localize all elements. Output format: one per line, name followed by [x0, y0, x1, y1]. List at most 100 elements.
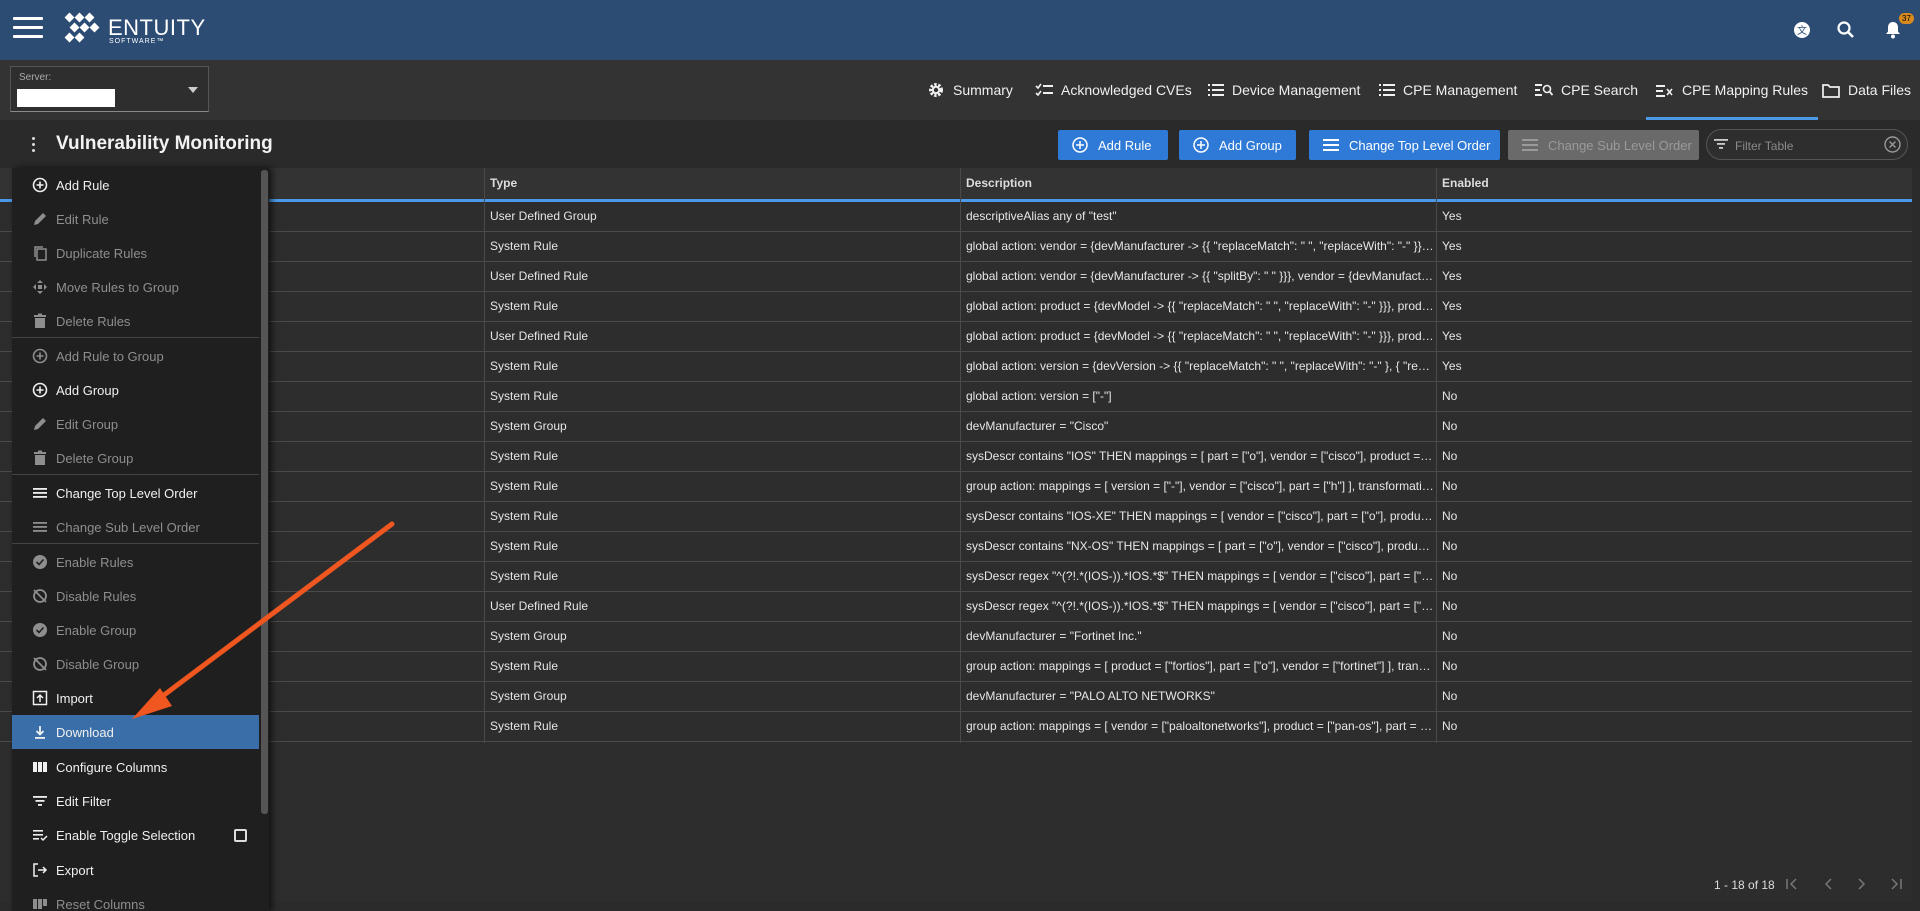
previous-page-icon[interactable]: [1820, 877, 1836, 891]
table-row[interactable]: System Rule sysDescr regex "^(?!.*(IOS-))…: [0, 562, 1912, 592]
next-page-icon[interactable]: [1854, 877, 1870, 891]
table-row[interactable]: System Rule global action: version = {dev…: [0, 352, 1912, 382]
table-row[interactable]: System Rule global action: product = {dev…: [0, 292, 1912, 322]
cell-enabled: No: [1442, 689, 1458, 703]
cell-enabled: Yes: [1442, 239, 1462, 253]
search-icon[interactable]: [1836, 20, 1856, 40]
cell-type: System Rule: [490, 509, 559, 523]
menu-item-edit-filter[interactable]: Edit Filter: [12, 784, 259, 818]
menu-separator: [12, 337, 259, 338]
cell-description: global action: version = {devVersion -> …: [966, 359, 1435, 373]
menu-item-change-sub-level-order[interactable]: Change Sub Level Order: [12, 510, 259, 544]
cell-description: global action: product = {devModel -> {{…: [966, 329, 1435, 343]
cell-description: global action: vendor = {devManufacturer…: [966, 239, 1435, 253]
tab-data-files[interactable]: Data Files: [1822, 60, 1911, 120]
menu-item-change-top-level-order[interactable]: Change Top Level Order: [12, 476, 259, 510]
tab-cpe-search[interactable]: CPE Search: [1535, 60, 1638, 120]
menu-item-label: Export: [56, 862, 94, 878]
tab-cpe-management[interactable]: CPE Management: [1379, 60, 1517, 120]
context-menu: Add Rule Edit Rule Duplicate Rules Move Rul…: [12, 168, 269, 911]
cell-description: global action: version = ["-"]: [966, 389, 1112, 403]
table-row[interactable]: System Rule sysDescr contains "NX-OS" THE…: [0, 532, 1912, 562]
table-row[interactable]: System Rule sysDescr contains "IOS" THEN …: [0, 442, 1912, 472]
menu-item-add-group[interactable]: Add Group: [12, 373, 259, 407]
table-row[interactable]: System Group devManufacturer = "PALO ALTO…: [0, 682, 1912, 712]
table-row[interactable]: System Group devManufacturer = "Fortinet …: [0, 622, 1912, 652]
table-row[interactable]: System Rule sysDescr contains "IOS-XE" TH…: [0, 502, 1912, 532]
menu-item-disable-group[interactable]: Disable Group: [12, 647, 259, 681]
cell-enabled: Yes: [1442, 209, 1462, 223]
language-icon[interactable]: 文: [1792, 20, 1812, 40]
hamburger-menu-icon[interactable]: [13, 17, 43, 41]
cell-description: sysDescr contains "NX-OS" THEN mappings …: [966, 539, 1435, 553]
add-rule-button[interactable]: Add Rule: [1058, 130, 1168, 160]
trash-icon: [34, 313, 46, 328]
column-header-enabled[interactable]: Enabled: [1436, 168, 1906, 199]
kebab-menu-icon[interactable]: [31, 137, 37, 153]
menu-item-duplicate-rules[interactable]: Duplicate Rules: [12, 236, 259, 270]
table-row[interactable]: System Group devManufacturer = "Cisco" No: [0, 412, 1912, 442]
table-row[interactable]: System Rule global action: version = ["-"…: [0, 382, 1912, 412]
menu-item-export[interactable]: Export: [12, 853, 259, 887]
chevron-down-icon[interactable]: [188, 87, 198, 93]
mapping-icon: [1656, 85, 1673, 97]
table-row[interactable]: System Rule group action: mappings = [ ve…: [0, 472, 1912, 502]
table-row[interactable]: User Defined Group descriptiveAlias any o…: [0, 202, 1912, 232]
menu-item-disable-rules[interactable]: Disable Rules: [12, 579, 259, 613]
table-row[interactable]: User Defined Rule sysDescr regex "^(?!.*(…: [0, 592, 1912, 622]
menu-scrollbar[interactable]: [261, 170, 268, 814]
change-sub-level-order-button[interactable]: Change Sub Level Order: [1508, 130, 1699, 160]
table-row[interactable]: User Defined Rule global action: product …: [0, 322, 1912, 352]
tab-summary[interactable]: Summary: [927, 60, 1013, 120]
cell-type: System Rule: [490, 389, 559, 403]
tab-device-management[interactable]: Device Management: [1208, 60, 1360, 120]
menu-item-download[interactable]: Download: [12, 715, 259, 749]
menu-item-edit-rule[interactable]: Edit Rule: [12, 202, 259, 236]
menu-item-label: Enable Group: [56, 622, 137, 638]
change-top-level-order-button[interactable]: Change Top Level Order: [1309, 130, 1500, 160]
menu-separator: [12, 474, 259, 475]
cell-type: System Rule: [490, 299, 559, 313]
menu-item-add-rule[interactable]: Add Rule: [12, 168, 259, 202]
cell-type: User Defined Rule: [490, 329, 589, 343]
toggle-selection-checkbox[interactable]: [234, 829, 247, 842]
menu-item-configure-columns[interactable]: Configure Columns: [12, 750, 259, 784]
tab-cpe-mapping-rules[interactable]: CPE Mapping Rules: [1645, 60, 1819, 120]
filter-table: [1706, 129, 1908, 160]
menu-item-label: Import: [56, 690, 93, 706]
menu-item-import[interactable]: Import: [12, 681, 259, 715]
menu-item-enable-rules[interactable]: Enable Rules: [12, 545, 259, 579]
filter-input[interactable]: [1733, 136, 1887, 156]
cell-type: System Rule: [490, 539, 559, 553]
menu-item-delete-rules[interactable]: Delete Rules: [12, 304, 259, 338]
cell-enabled: Yes: [1442, 269, 1462, 283]
table-row[interactable]: System Rule group action: mappings = [ ve…: [0, 712, 1912, 742]
add-rule-label: Add Rule: [1098, 137, 1152, 153]
rules-table: Type Description Enabled User Defined Gr…: [0, 168, 1912, 902]
bell-icon[interactable]: [1883, 20, 1903, 40]
table-row[interactable]: System Rule group action: mappings = [ pr…: [0, 652, 1912, 682]
table-row[interactable]: User Defined Rule global action: vendor =…: [0, 262, 1912, 292]
menu-item-delete-group[interactable]: Delete Group: [12, 441, 259, 475]
menu-item-move-rules-to-group[interactable]: Move Rules to Group: [12, 270, 259, 304]
table-row[interactable]: System Rule global action: vendor = {devM…: [0, 232, 1912, 262]
cell-enabled: No: [1442, 509, 1458, 523]
column-header-description[interactable]: Description: [960, 168, 1435, 199]
menu-item-edit-group[interactable]: Edit Group: [12, 407, 259, 441]
add-group-button[interactable]: Add Group: [1179, 130, 1296, 160]
first-page-icon[interactable]: [1784, 877, 1800, 891]
cell-description: sysDescr contains "IOS" THEN mappings = …: [966, 449, 1435, 463]
menu-item-enable-group[interactable]: Enable Group: [12, 613, 259, 647]
column-header-type[interactable]: Type: [484, 168, 959, 199]
menu-item-enable-toggle-selection[interactable]: Enable Toggle Selection: [12, 818, 259, 852]
tab-acknowledged-cves[interactable]: Acknowledged CVEs: [1035, 60, 1192, 120]
tab-label: Device Management: [1232, 82, 1361, 98]
server-select[interactable]: Server:: [10, 66, 209, 112]
menu-item-add-rule-to-group[interactable]: Add Rule to Group: [12, 339, 259, 373]
clear-icon[interactable]: [1884, 136, 1901, 153]
cell-description: devManufacturer = "Fortinet Inc.": [966, 629, 1142, 643]
menu-item-reset-columns[interactable]: Reset Columns: [12, 887, 259, 911]
last-page-icon[interactable]: [1888, 877, 1904, 891]
menu-item-label: Download: [56, 724, 114, 740]
add-circle-icon: [32, 382, 48, 398]
